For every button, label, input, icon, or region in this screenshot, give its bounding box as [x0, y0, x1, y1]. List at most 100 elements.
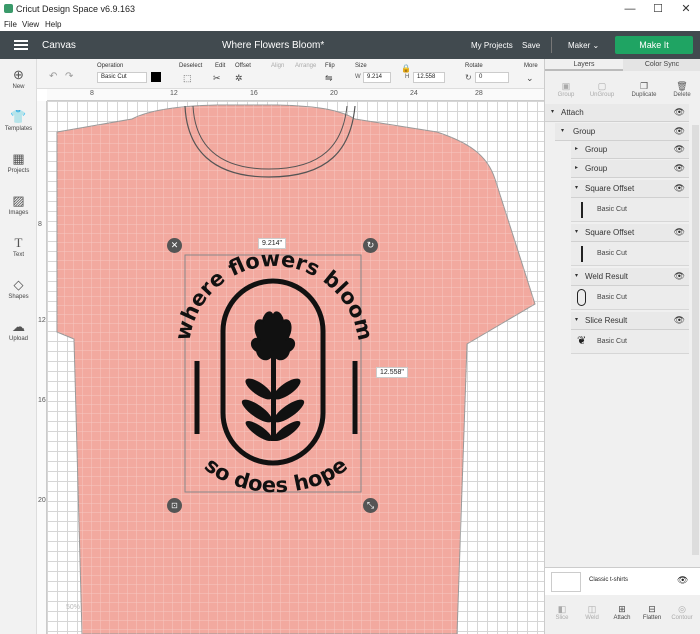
collapse-arrow-icon[interactable]: ▾ [575, 228, 578, 235]
layer-slice-result[interactable]: ▾ Slice Result 👁 [571, 312, 689, 330]
resize-handle-icon[interactable]: ⤡ [363, 498, 378, 513]
shapes-icon: ◇ [13, 277, 24, 292]
undo-icon[interactable]: ↶ [49, 71, 57, 82]
flatten-button[interactable]: ⊟ Flatten [637, 604, 667, 621]
eye-icon[interactable]: 👁 [677, 575, 688, 586]
panel-scrollbar[interactable] [692, 125, 699, 555]
weld-button[interactable]: ◫ Weld [577, 604, 607, 621]
height-readout: 12.558" [376, 367, 408, 378]
layer-weld-result[interactable]: ▾ Weld Result 👁 [571, 268, 689, 286]
app-icon [4, 4, 13, 13]
eye-icon[interactable]: 👁 [674, 144, 685, 155]
save-button[interactable]: Save [522, 41, 540, 50]
rotate-handle-icon[interactable]: ↻ [363, 238, 378, 253]
tab-color-sync[interactable]: Color Sync [623, 59, 700, 71]
machine-select[interactable]: Maker ⌄ [568, 41, 599, 50]
canvas-layer-name: Classic t-shirts [589, 577, 629, 583]
rail-new[interactable]: ⊕ New [0, 67, 37, 90]
section-title: Canvas [42, 40, 76, 51]
canvas-layer-row[interactable]: Classic t-shirts 👁 [545, 567, 700, 595]
color-swatch[interactable] [151, 72, 161, 82]
expand-arrow-icon[interactable]: ▸ [575, 145, 578, 152]
ungroup-icon: ▢ [597, 81, 607, 91]
delete-handle-icon[interactable]: ✕ [167, 238, 182, 253]
collapse-arrow-icon[interactable]: ▾ [575, 316, 578, 323]
more-chevron-icon[interactable]: ⌄ [526, 73, 534, 84]
collapse-arrow-icon[interactable]: ▾ [551, 108, 554, 115]
maximize-button[interactable]: ☐ [646, 1, 670, 17]
rotate-label: Rotate [465, 63, 483, 69]
deselect-icon[interactable]: ⬚ [183, 73, 192, 84]
group-button[interactable]: ▣ Group [549, 81, 583, 98]
attach-icon: ⊞ [618, 604, 626, 614]
close-window-button[interactable]: ✕ [674, 1, 698, 17]
menu-bar: File View Help [0, 18, 700, 31]
contour-button[interactable]: ◎ Contour [667, 604, 697, 621]
panel-bottom-tools: ◧ Slice ◫ Weld ⊞ Attach ⊟ Flatten ◎ Contour [545, 596, 700, 634]
layer-basic-cut[interactable]: Basic Cut [571, 286, 689, 310]
menu-view[interactable]: View [22, 20, 39, 29]
rail-upload[interactable]: ☁ Upload [0, 319, 37, 342]
eye-icon[interactable]: 👁 [674, 271, 685, 282]
collapse-arrow-icon[interactable]: ▾ [575, 184, 578, 191]
width-input[interactable]: 9.214 [363, 72, 391, 83]
operation-select[interactable]: Basic Cut [97, 72, 147, 83]
tab-layers[interactable]: Layers [545, 59, 623, 71]
deselect-label: Deselect [179, 63, 203, 69]
menu-help[interactable]: Help [45, 20, 61, 29]
layer-group-child[interactable]: ▸ Group 👁 [571, 141, 689, 159]
layer-group-child[interactable]: ▸ Group 👁 [571, 160, 689, 178]
menu-file[interactable]: File [4, 20, 17, 29]
group-icon: ▣ [561, 81, 571, 91]
eye-icon[interactable]: 👁 [674, 163, 685, 174]
layer-square-offset[interactable]: ▾ Square Offset 👁 [571, 224, 689, 242]
expand-arrow-icon[interactable]: ▸ [575, 164, 578, 171]
rotate-input[interactable]: 0 [475, 72, 509, 83]
eye-icon[interactable]: 👁 [674, 107, 685, 118]
scissors-icon[interactable]: ✂ [213, 73, 221, 84]
height-input[interactable]: 12.558 [413, 72, 445, 83]
rail-templates[interactable]: 👕 Templates [0, 109, 37, 132]
lock-icon[interactable]: 🔒 [401, 64, 411, 73]
collapse-arrow-icon[interactable]: ▾ [575, 272, 578, 279]
offset-icon[interactable]: ✲ [235, 73, 243, 84]
make-it-button[interactable]: Make It [615, 36, 693, 54]
app-header: Canvas Where Flowers Bloom* My Projects … [0, 31, 700, 59]
layer-square-offset[interactable]: ▾ Square Offset 👁 [571, 180, 689, 198]
more-label: More [524, 63, 538, 69]
minimize-button[interactable]: — [618, 1, 642, 17]
window-title-bar: Cricut Design Space v6.9.163 — ☐ ✕ [0, 0, 700, 18]
layer-basic-cut[interactable]: Basic Cut [571, 198, 689, 222]
flip-icon[interactable]: ⇋ [325, 73, 333, 84]
cloud-upload-icon: ☁ [12, 319, 25, 334]
rail-images[interactable]: ▨ Images [0, 193, 37, 216]
layer-basic-cut[interactable]: ❦ Basic Cut [571, 330, 689, 354]
eye-icon[interactable]: 👁 [674, 126, 685, 137]
layer-basic-cut[interactable]: Basic Cut [571, 242, 689, 266]
canvas-swatch[interactable] [551, 572, 581, 592]
collapse-arrow-icon[interactable]: ▾ [561, 127, 564, 134]
layer-group[interactable]: ▾ Group 👁 [555, 123, 689, 141]
layers-panel: Layers Color Sync ▣ Group ▢ UnGroup ❐ Dupli… [544, 59, 700, 634]
plus-circle-icon: ⊕ [13, 67, 24, 82]
rail-projects[interactable]: ▦ Projects [0, 151, 37, 174]
attach-button[interactable]: ⊞ Attach [607, 604, 637, 621]
eye-icon[interactable]: 👁 [674, 227, 685, 238]
duplicate-button[interactable]: ❐ Duplicate [627, 81, 661, 98]
eye-icon[interactable]: 👁 [674, 315, 685, 326]
trash-icon: 🗑 [676, 81, 688, 91]
hamburger-menu-icon[interactable] [14, 40, 28, 50]
redo-icon[interactable]: ↷ [65, 71, 73, 82]
ungroup-button[interactable]: ▢ UnGroup [585, 81, 619, 98]
arrange-label: Arrange [295, 63, 317, 69]
eye-icon[interactable]: 👁 [674, 183, 685, 194]
my-projects-link[interactable]: My Projects [471, 41, 513, 50]
slice-button[interactable]: ◧ Slice [547, 604, 577, 621]
operation-label: Operation [97, 63, 124, 69]
rail-shapes[interactable]: ◇ Shapes [0, 277, 37, 300]
rail-text[interactable]: T Text [0, 235, 37, 258]
zoom-level[interactable]: 50% [66, 604, 80, 611]
delete-button[interactable]: 🗑 Delete [665, 81, 699, 98]
layer-attach[interactable]: ▾ Attach 👁 [545, 104, 689, 122]
lock-handle-icon[interactable]: ⊡ [167, 498, 182, 513]
